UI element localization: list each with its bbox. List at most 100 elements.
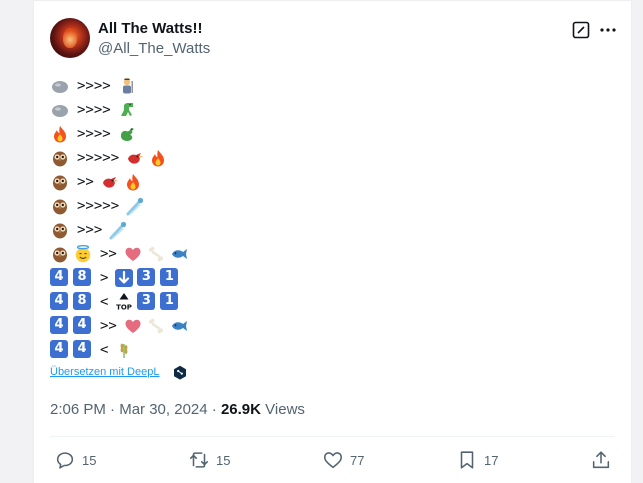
avatar-flame [63, 28, 77, 48]
deepl-icon [174, 365, 186, 380]
heart-icon [323, 452, 343, 469]
grok-edit-icon[interactable] [571, 20, 591, 40]
dragon-icon [117, 124, 138, 144]
repost-count: 15 [216, 452, 231, 468]
tweet-line: >>>> [50, 74, 190, 98]
repost-icon [189, 452, 209, 468]
views-label: Views [265, 401, 305, 418]
keycap-4-icon: 4 [73, 316, 94, 336]
tweet-line: >>> [50, 218, 190, 242]
grain-icon [114, 340, 135, 360]
keycap-4-icon: 4 [73, 340, 94, 360]
user-handle[interactable]: @All_The_Watts [98, 40, 210, 57]
rock-icon [50, 76, 71, 96]
share-button[interactable] [590, 449, 612, 471]
tweet-line-text: >> [100, 318, 117, 334]
owl-icon [50, 148, 71, 168]
tweet-line-text: >>>>> [77, 198, 120, 214]
person-warrior-icon [117, 76, 138, 96]
top-arrow-icon: TOP [114, 292, 135, 312]
keycap-8-icon: 8 [73, 292, 94, 312]
keycap-4-icon: 4 [50, 268, 71, 288]
heart-icon [123, 316, 144, 336]
bird-red-icon [100, 172, 121, 192]
tweet-line-text: >>>>> [77, 150, 120, 166]
tweet-line: >>>>> [50, 194, 190, 218]
bone-icon [146, 244, 167, 264]
tweet-line-text: >> [77, 174, 94, 190]
tweet-time[interactable]: 2:06 PM [50, 401, 106, 418]
fire-icon [123, 172, 144, 192]
owl-icon [50, 220, 71, 240]
like-button[interactable]: 77 [322, 449, 364, 471]
tweet-line: 4 8 >3 1 [50, 266, 190, 290]
rock-icon [50, 100, 71, 120]
bone-icon [146, 316, 167, 336]
keycap-digit: 4 [50, 268, 68, 286]
bookmark-count: 17 [484, 452, 499, 468]
reply-button[interactable]: 15 [54, 449, 96, 471]
keycap-digit: 8 [73, 268, 91, 286]
top-divider [34, 0, 631, 1]
keycap-3-icon: 3 [137, 268, 158, 288]
tweet-line: >> [50, 170, 190, 194]
more-options-icon[interactable] [597, 19, 619, 41]
fire-icon [148, 148, 169, 168]
bookmark-icon [460, 451, 474, 469]
tweet-meta: 2:06 PM · Mar 30, 2024 · 26.9K Views [50, 401, 305, 418]
arrow-down-icon [114, 268, 135, 288]
fish-icon [169, 316, 190, 336]
tweet-line-text: > [100, 270, 109, 286]
heart-icon [123, 244, 144, 264]
keycap-4-icon: 4 [50, 340, 71, 360]
tweet-line-text: >> [100, 246, 117, 262]
keycap-digit: 4 [73, 340, 91, 358]
keycap-digit: 4 [50, 340, 68, 358]
tweet-line-text: >>>> [77, 126, 111, 142]
keycap-digit: 1 [160, 292, 179, 310]
views-count: 26.9K [220, 401, 261, 418]
repost-button[interactable]: 15 [188, 449, 230, 471]
keycap-4-icon: 4 [50, 316, 71, 336]
display-name[interactable]: All The Watts!! [98, 20, 202, 37]
share-icon [592, 451, 610, 469]
halo-smile-icon [73, 244, 94, 264]
tweet-line: 4 4 >> [50, 314, 190, 338]
keycap-digit: 4 [50, 316, 68, 334]
bird-red-icon [125, 148, 146, 168]
tweet-line-text: < [100, 342, 109, 358]
keycap-1-icon: 1 [160, 292, 181, 312]
owl-icon [50, 196, 71, 216]
keycap-digit: 3 [137, 292, 156, 310]
tweet-line-text: < [100, 294, 109, 310]
reply-count: 15 [82, 452, 97, 468]
tweet-line: >>>> [50, 98, 190, 122]
tweet-card: All The Watts!! @All_The_Watts >>>> >>>> >… [33, 0, 632, 483]
keycap-digit: 1 [160, 268, 179, 286]
tweet-body: >>>> >>>> >>>> >>>>> >> >>>>> >>> >> 4 8 >3 1 4 8 < TOP… [50, 74, 190, 362]
keycap-digit: 4 [50, 292, 68, 310]
tweet-line: >> [50, 242, 190, 266]
translate-link[interactable]: Übersetzen mit DeepL [50, 366, 159, 378]
meta-separator: · [211, 401, 217, 418]
t-rex-icon [117, 100, 138, 120]
avatar[interactable] [50, 18, 90, 58]
keycap-4-icon: 4 [50, 292, 71, 312]
meta-separator: · [110, 401, 116, 418]
tweet-line-text: >>>> [77, 102, 111, 118]
bookmark-button[interactable]: 17 [456, 449, 498, 471]
tweet-line: 4 4 < [50, 338, 190, 362]
reply-icon [56, 452, 74, 469]
tweet-line-text: >>> [77, 222, 103, 238]
keycap-digit: 8 [73, 292, 91, 310]
tweet-line: >>>> [50, 122, 190, 146]
tweet-date[interactable]: Mar 30, 2024 [119, 401, 207, 418]
owl-icon [50, 172, 71, 192]
keycap-1-icon: 1 [160, 268, 181, 288]
tweet-line: 4 8 < TOP 3 1 [50, 290, 190, 314]
comet-icon [108, 220, 129, 240]
owl-icon [50, 244, 71, 264]
top-label: TOP [117, 304, 133, 312]
keycap-digit: 4 [73, 316, 91, 334]
tweet-line-text: >>>> [77, 78, 111, 94]
